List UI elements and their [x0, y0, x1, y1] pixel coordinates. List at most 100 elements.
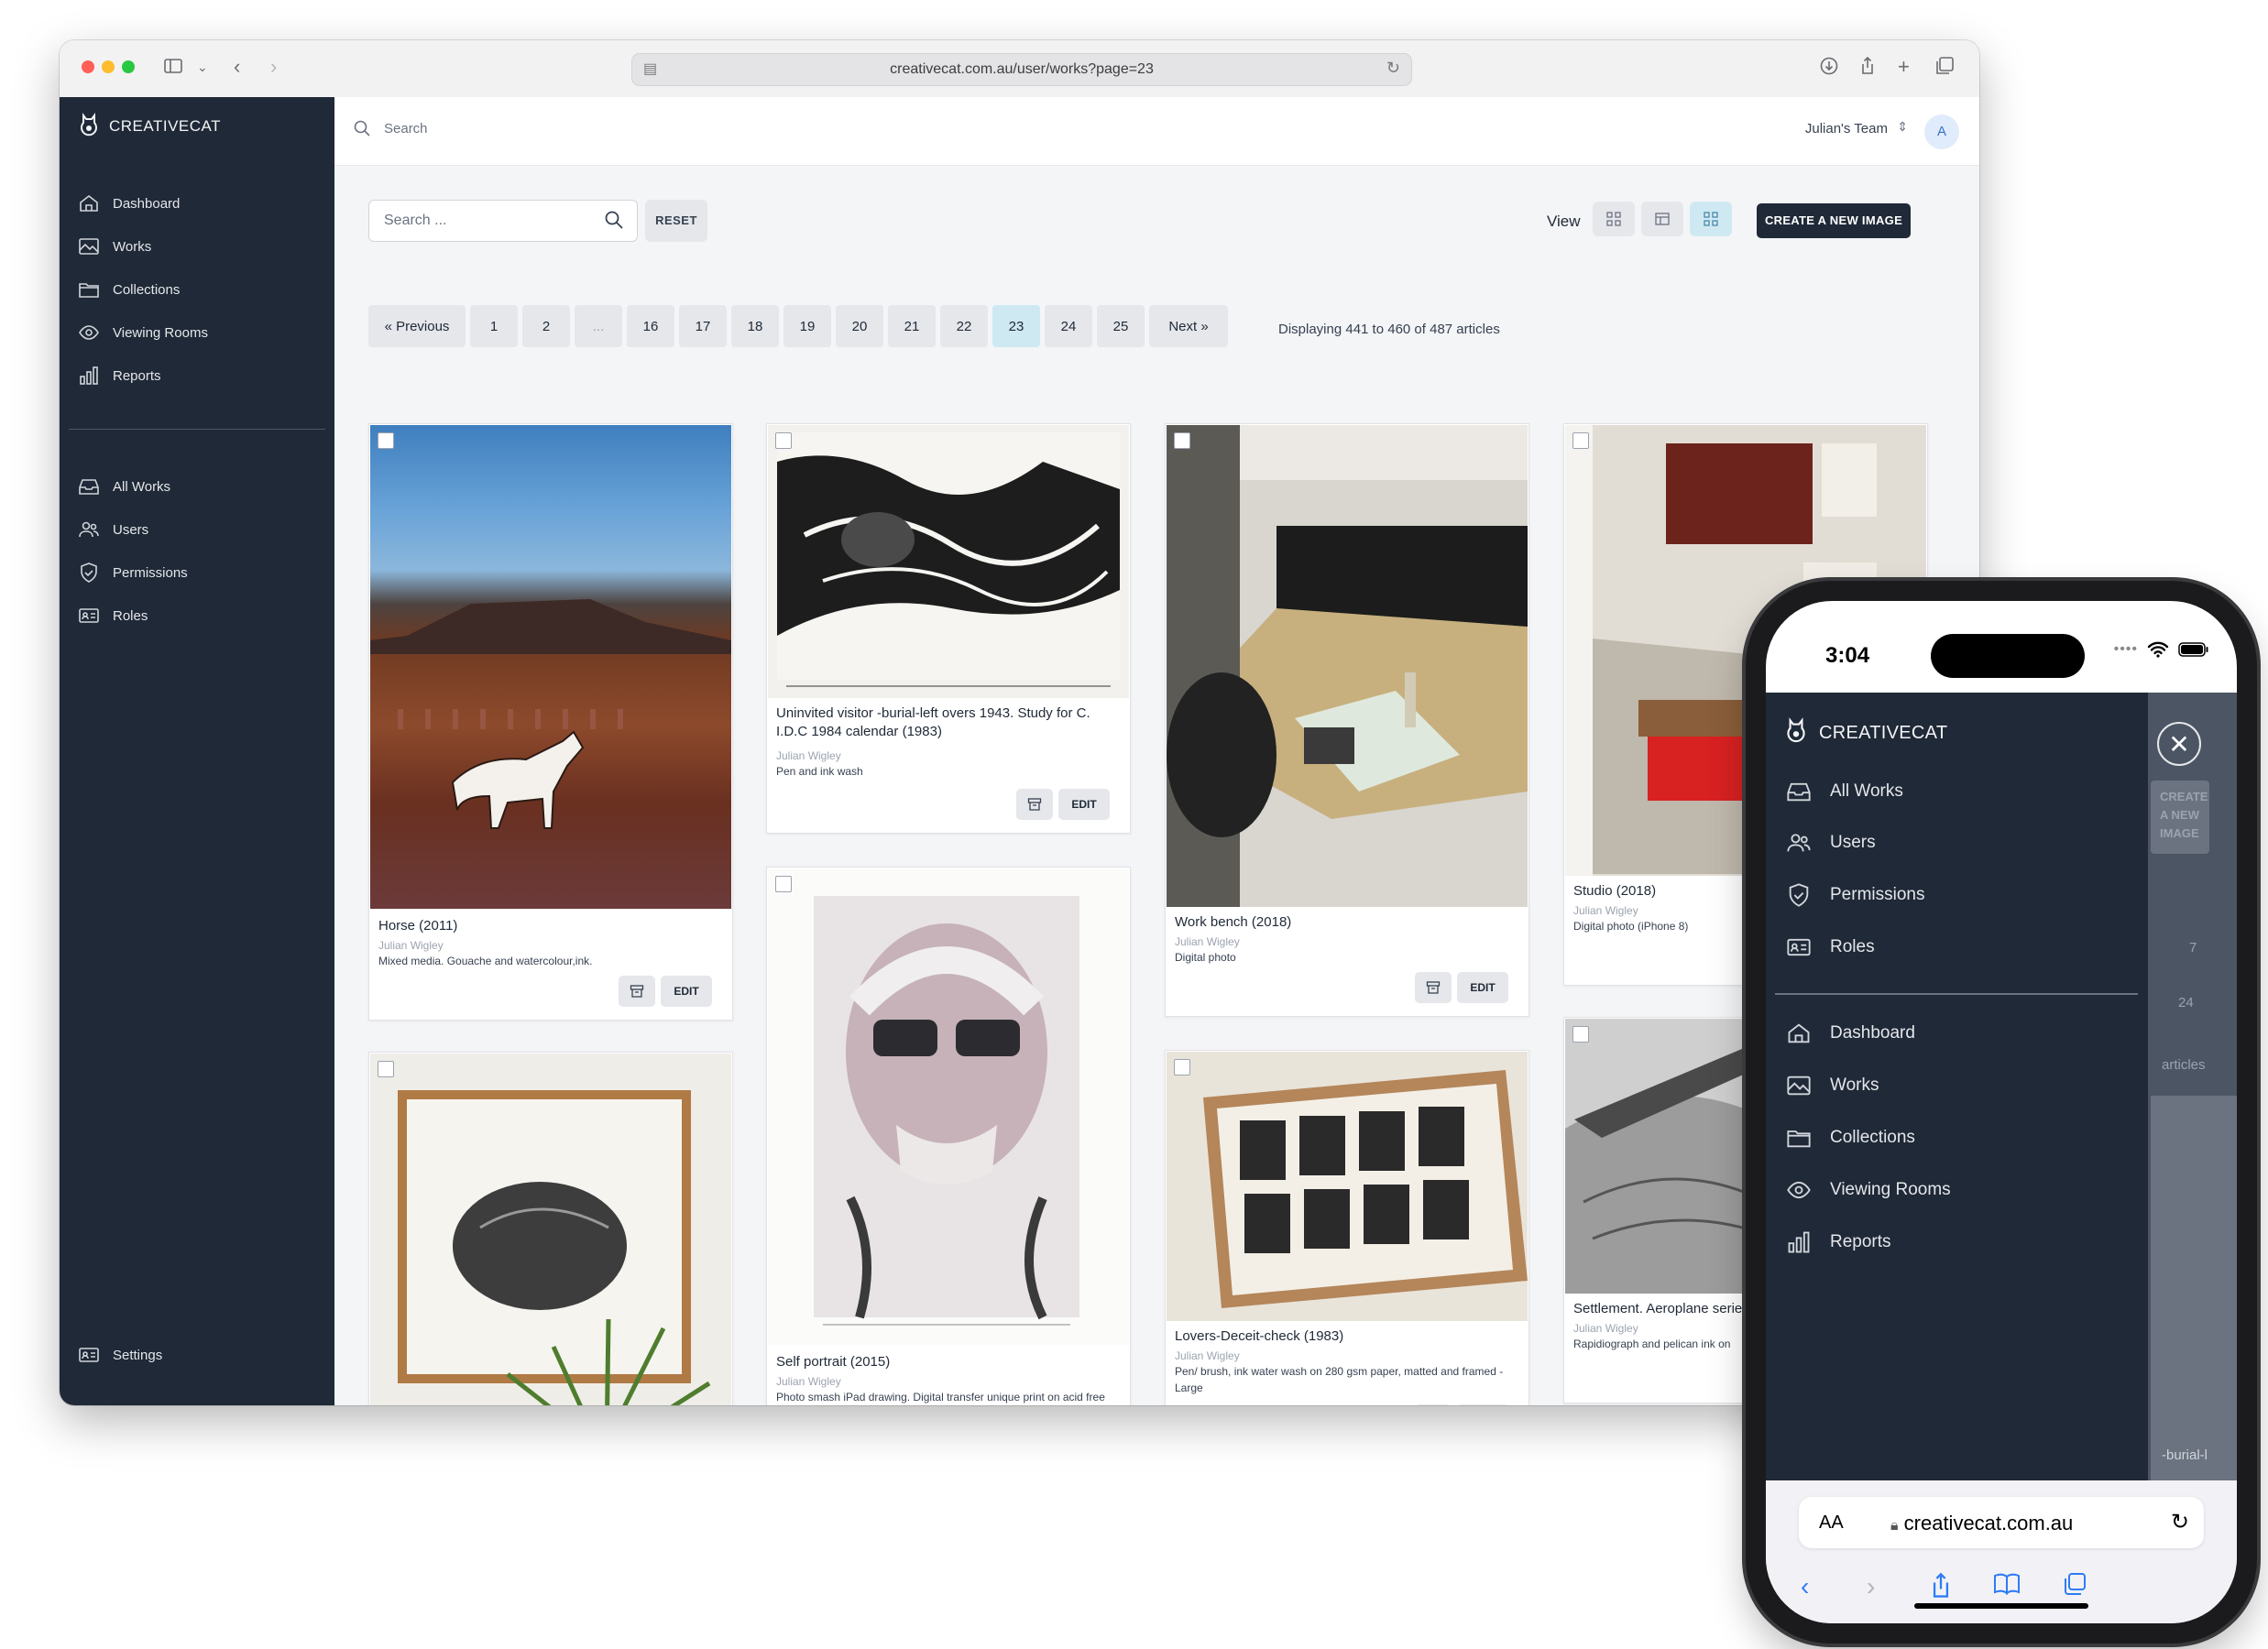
artwork-image[interactable] — [370, 425, 731, 909]
select-checkbox[interactable] — [378, 1061, 394, 1077]
artwork-image[interactable] — [370, 1054, 731, 1405]
back-arrow-icon[interactable]: ‹ — [1801, 1572, 1809, 1601]
archive-button[interactable] — [1415, 1404, 1452, 1405]
back-arrow-icon[interactable]: ‹ — [234, 56, 240, 78]
tabs-overview-icon[interactable] — [1934, 56, 1955, 81]
reload-icon[interactable]: ↻ — [1386, 59, 1400, 78]
work-card[interactable]: Self portrait (2015) Julian Wigley Photo… — [766, 867, 1131, 1405]
forward-arrow-icon[interactable]: › — [1867, 1572, 1875, 1601]
work-title[interactable]: Studio (2018) — [1573, 882, 1656, 901]
forward-arrow-icon[interactable]: › — [270, 56, 277, 78]
pagination-page[interactable]: 18 — [731, 305, 779, 347]
pagination-page[interactable]: 19 — [783, 305, 831, 347]
brand-logo[interactable]: CREATIVECAT — [78, 110, 221, 143]
works-search-input[interactable] — [382, 212, 597, 230]
pagination-page[interactable]: 17 — [679, 305, 727, 347]
create-image-button[interactable]: CREATE A NEW IMAGE — [1757, 203, 1911, 238]
work-title[interactable]: Settlement. Aeroplane serie — [1573, 1300, 1742, 1318]
pagination-next[interactable]: Next » — [1149, 305, 1228, 347]
view-masonry-button[interactable] — [1690, 202, 1732, 236]
sidebar-item-all-works[interactable]: All Works — [78, 473, 170, 500]
artwork-image[interactable] — [768, 425, 1129, 698]
close-menu-button[interactable]: ✕ — [2157, 722, 2201, 766]
mobile-menu-item-all-works[interactable]: All Works — [1786, 779, 1903, 804]
mobile-menu-item-users[interactable]: Users — [1786, 830, 1876, 856]
artwork-image[interactable] — [1167, 425, 1528, 907]
archive-button[interactable] — [619, 976, 655, 1007]
chevron-down-icon[interactable]: ⌄ — [197, 56, 208, 78]
safari-address-bar[interactable]: AA 🔒︎ creativecat.com.au ↻ — [1799, 1497, 2204, 1548]
work-card[interactable]: Uninvited visitor -burial-left overs 194… — [766, 423, 1131, 834]
mobile-menu-item-collections[interactable]: Collections — [1786, 1125, 1915, 1151]
share-icon[interactable] — [1929, 1572, 1953, 1606]
edit-button[interactable]: EDIT — [1457, 1404, 1508, 1405]
pagination-page[interactable]: 22 — [940, 305, 988, 347]
select-checkbox[interactable] — [378, 432, 394, 449]
pagination-previous[interactable]: « Previous — [368, 305, 466, 347]
sidebar-item-viewing-rooms[interactable]: Viewing Rooms — [78, 319, 208, 346]
edit-button[interactable]: EDIT — [661, 976, 712, 1007]
mobile-menu-item-permissions[interactable]: Permissions — [1786, 882, 1924, 908]
pagination-page[interactable]: 25 — [1097, 305, 1145, 347]
download-icon[interactable] — [1819, 56, 1839, 81]
sidebar-item-roles[interactable]: Roles — [78, 602, 148, 629]
avatar[interactable]: A — [1924, 115, 1959, 149]
bookmarks-icon[interactable] — [1993, 1572, 2021, 1602]
work-title[interactable]: Lovers-Deceit-check (1983) — [1175, 1327, 1343, 1346]
pagination-page[interactable]: 16 — [627, 305, 674, 347]
work-title[interactable]: Self portrait (2015) — [776, 1353, 890, 1371]
reader-aa-button[interactable]: AA — [1819, 1512, 1844, 1534]
sidebar-toggle-icon[interactable] — [163, 56, 183, 81]
sidebar-item-users[interactable]: Users — [78, 516, 148, 543]
search-icon[interactable] — [604, 210, 624, 230]
chevron-up-down-icon[interactable]: ⇕ — [1897, 119, 1908, 135]
view-grid-small-button[interactable] — [1593, 202, 1635, 236]
work-title[interactable]: Uninvited visitor -burial-left overs 194… — [776, 704, 1121, 741]
sidebar-item-permissions[interactable]: Permissions — [78, 559, 188, 586]
tabs-icon[interactable] — [2063, 1572, 2087, 1602]
work-title[interactable]: Horse (2011) — [378, 917, 457, 935]
select-checkbox[interactable] — [1572, 1026, 1589, 1043]
team-selector[interactable]: Julian's Team — [1805, 121, 1888, 137]
works-search-field[interactable] — [368, 200, 638, 242]
sidebar-item-works[interactable]: Works — [78, 233, 151, 260]
pagination-page[interactable]: 21 — [888, 305, 936, 347]
mobile-menu-item-works[interactable]: Works — [1786, 1073, 1879, 1098]
select-checkbox[interactable] — [1174, 1059, 1190, 1076]
edit-button[interactable]: EDIT — [1457, 972, 1508, 1003]
artwork-image[interactable] — [768, 868, 1129, 1345]
sidebar-item-dashboard[interactable]: Dashboard — [78, 190, 180, 217]
address-bar[interactable]: ▤ creativecat.com.au/user/works?page=23 … — [631, 53, 1412, 86]
archive-button[interactable] — [1016, 789, 1053, 820]
select-checkbox[interactable] — [775, 876, 792, 892]
pagination-page-active[interactable]: 23 — [992, 305, 1040, 347]
work-card[interactable]: Lovers-Deceit-check (1983) Julian Wigley… — [1165, 1050, 1529, 1405]
select-checkbox[interactable] — [775, 432, 792, 449]
mobile-menu-item-reports[interactable]: Reports — [1786, 1229, 1891, 1255]
mobile-menu-item-dashboard[interactable]: Dashboard — [1786, 1021, 1915, 1046]
maximize-window-button[interactable] — [122, 60, 135, 73]
mobile-menu-item-roles[interactable]: Roles — [1786, 934, 1875, 960]
work-card[interactable]: Work bench (2018) Julian Wigley Digital … — [1165, 423, 1529, 1017]
minimize-window-button[interactable] — [102, 60, 115, 73]
share-icon[interactable] — [1857, 56, 1878, 81]
artwork-image[interactable] — [1167, 1052, 1528, 1321]
work-title[interactable]: Work bench (2018) — [1175, 913, 1291, 932]
reload-icon[interactable]: ↻ — [2171, 1509, 2189, 1535]
sidebar-item-collections[interactable]: Collections — [78, 276, 180, 303]
archive-button[interactable] — [1415, 972, 1452, 1003]
global-search[interactable]: Search — [353, 119, 428, 137]
work-card[interactable] — [368, 1052, 733, 1405]
reset-button[interactable]: RESET — [645, 200, 707, 242]
select-checkbox[interactable] — [1572, 432, 1589, 449]
close-window-button[interactable] — [82, 60, 94, 73]
pagination-page[interactable]: 20 — [836, 305, 883, 347]
select-checkbox[interactable] — [1174, 432, 1190, 449]
view-table-button[interactable] — [1641, 202, 1683, 236]
pagination-page[interactable]: 2 — [522, 305, 570, 347]
mobile-menu-item-viewing-rooms[interactable]: Viewing Rooms — [1786, 1177, 1951, 1203]
new-tab-icon[interactable]: + — [1898, 56, 1910, 78]
brand-logo[interactable]: CREATIVECAT — [1784, 716, 1947, 749]
sidebar-item-reports[interactable]: Reports — [78, 362, 161, 389]
work-card[interactable]: Horse (2011) Julian Wigley Mixed media. … — [368, 423, 733, 1021]
